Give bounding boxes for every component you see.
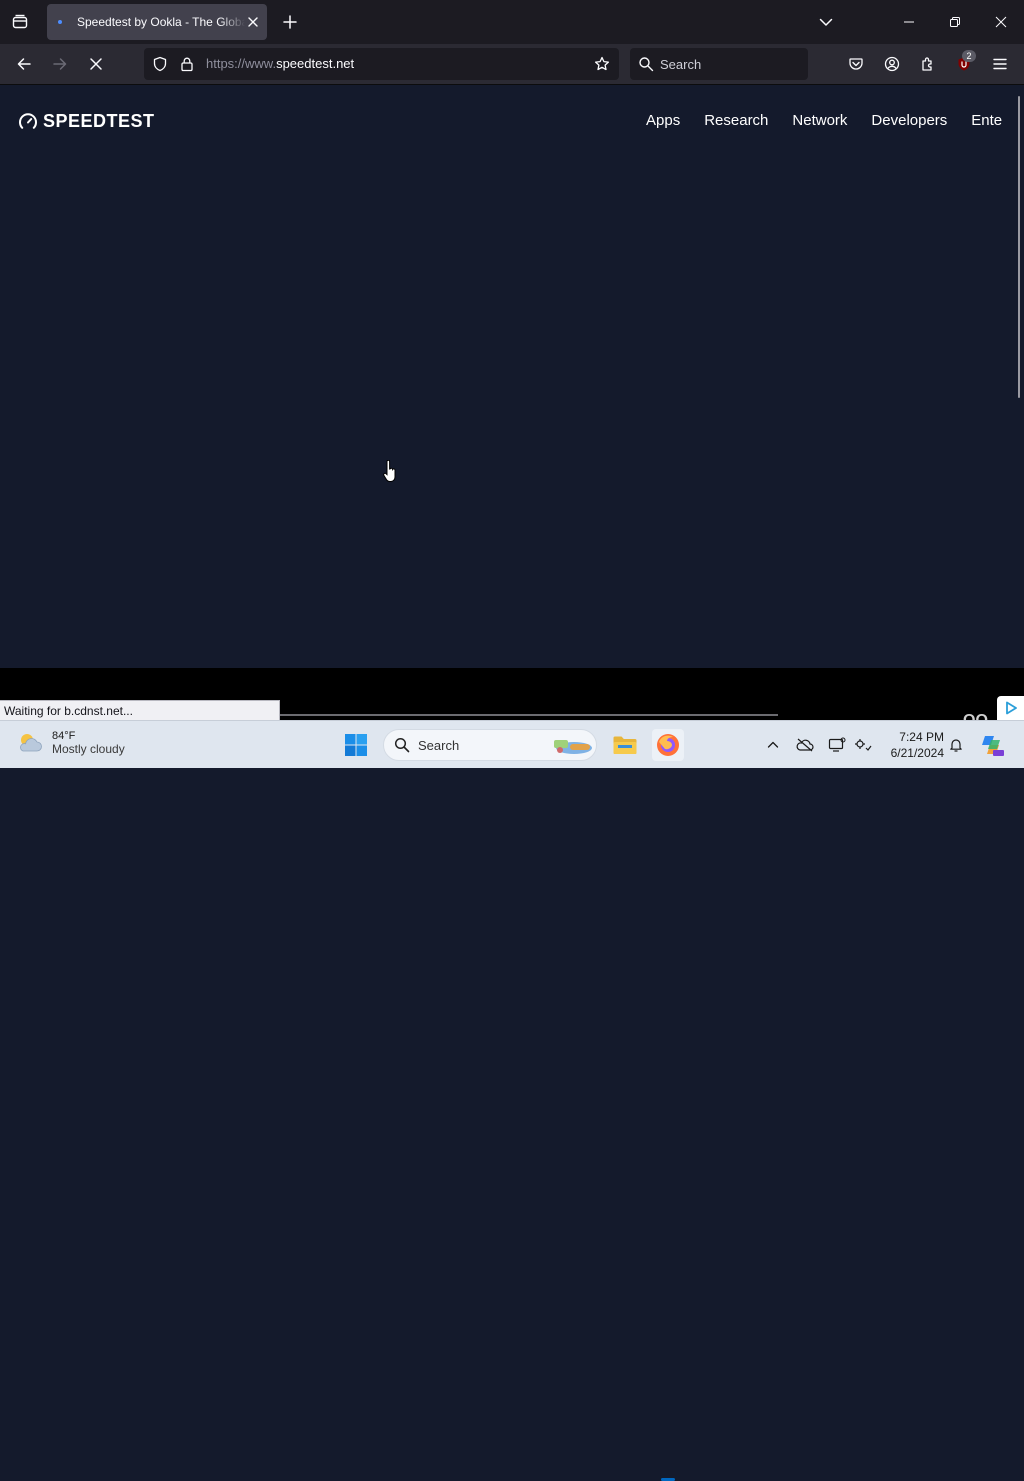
cloudy-weather-icon [20,734,42,752]
account-icon [884,56,900,72]
copilot-button[interactable] [978,731,1006,759]
bookmark-button[interactable] [594,56,610,72]
app-menu-button[interactable] [986,50,1014,78]
tab-speedtest[interactable]: Speedtest by Ookla - The Global Broadban… [47,4,267,40]
star-icon [594,56,610,71]
start-button[interactable] [340,729,372,761]
page-scrollbar[interactable] [1014,86,1024,668]
back-button[interactable] [10,50,38,78]
tab-strip: Speedtest by Ookla - The Global Broadban… [0,0,1024,44]
speedtest-logo[interactable]: SPEEDTEST [18,111,155,132]
hamburger-menu-icon [993,58,1007,70]
folder-icon [613,736,637,754]
network-volume-button[interactable] [851,733,875,757]
weather-temperature: 84°F [52,730,76,742]
scrollbar-thumb[interactable] [1018,96,1020,398]
site-nav-developers[interactable]: Developers [871,112,947,129]
new-tab-button[interactable] [278,10,302,34]
system-clock[interactable]: 7:24 PM 6/21/2024 [880,729,944,761]
minimize-button[interactable] [886,0,932,44]
web-page: SPEEDTEST Apps Research Network Develope… [0,86,1024,668]
site-navigation: Apps Research Network Developers Ente [646,112,1002,129]
tab-title: Speedtest by Ookla - The Global Broadban… [77,15,245,29]
chevron-up-icon [767,741,779,748]
search-highlight-illustration [548,734,594,758]
copilot-icon [982,736,1004,756]
onedrive-button[interactable] [793,733,817,757]
search-icon [639,57,654,72]
monitor-icon [828,737,846,752]
site-nav-enterprise[interactable]: Ente [971,112,1002,129]
tab-list-button[interactable] [6,8,34,36]
logo-text: SPEEDTEST [43,111,155,131]
puzzle-icon [922,57,932,71]
restore-button[interactable] [932,0,978,44]
back-arrow-icon [17,58,31,70]
minimize-icon [904,21,914,23]
navigation-toolbar: https://www.speedtest.net Search [0,44,1024,85]
firefox-taskbar-button[interactable] [652,729,684,761]
weather-description: Mostly cloudy [52,742,125,756]
forward-arrow-icon [53,58,67,70]
weather-widget[interactable]: 84°F Mostly cloudy [16,729,125,757]
close-window-button[interactable] [978,0,1024,44]
bell-icon [950,739,962,752]
clock-date: 6/21/2024 [890,746,944,760]
speedometer-icon [19,112,37,129]
firefox-icon [657,734,679,756]
search-icon [394,737,410,753]
site-security-button[interactable] [179,56,195,72]
url-host: speedtest.net [276,56,355,71]
ublock-count-badge: 2 [962,50,976,62]
taskbar-search-icon-wrap [394,737,410,753]
adchoices-button[interactable] [997,696,1024,720]
search-bar[interactable]: Search [630,48,808,80]
search-engine-button[interactable] [638,56,654,72]
close-icon [248,17,258,27]
extensions-button[interactable] [914,50,942,78]
taskbar-search-label: Search [418,738,460,753]
display-button[interactable] [825,733,849,757]
stop-loading-button[interactable] [82,50,110,78]
tracking-protection-button[interactable] [152,56,168,72]
file-explorer-button[interactable] [609,729,641,761]
status-text: Waiting for b.cdnst.net... [4,704,133,718]
search-highlight-icon [554,740,592,754]
lock-icon [181,57,193,72]
tab-close-button[interactable] [245,14,261,30]
ad-banner-divider [280,714,778,716]
shield-icon [153,56,167,72]
site-nav-research[interactable]: Research [704,112,768,129]
show-hidden-icons-button[interactable] [761,733,785,757]
stop-loading-icon [90,58,102,70]
chevron-down-icon [819,18,833,26]
site-nav-network[interactable]: Network [792,112,847,129]
close-icon [995,16,1007,28]
clock-time: 7:24 PM [899,730,944,744]
status-panel: Waiting for b.cdnst.net... [0,700,280,720]
pocket-button[interactable] [842,50,870,78]
taskbar-search-box[interactable]: Search [383,729,597,761]
windows-logo-icon [345,734,367,756]
list-all-tabs-button[interactable] [814,10,838,34]
url-scheme: https://www. [206,56,277,71]
url-text[interactable]: https://www.speedtest.net [206,56,354,71]
tab-list-icon [12,14,28,29]
windows-taskbar: 84°F Mostly cloudy Search 7:24 PM 6/21/2… [0,720,1024,1481]
pocket-icon [849,58,863,70]
notifications-button[interactable] [944,733,968,757]
loading-favicon-icon [58,20,62,24]
plus-icon [283,15,297,29]
network-settings-icon [855,739,872,751]
account-button[interactable] [878,50,906,78]
address-bar[interactable]: https://www.speedtest.net [144,48,619,80]
adchoices-icon [1005,701,1017,715]
hand-cursor-icon [383,460,397,482]
site-nav-apps[interactable]: Apps [646,112,680,129]
cloud-offline-icon [796,738,814,752]
forward-button[interactable] [46,50,74,78]
search-placeholder: Search [660,57,702,72]
restore-icon [950,17,960,27]
